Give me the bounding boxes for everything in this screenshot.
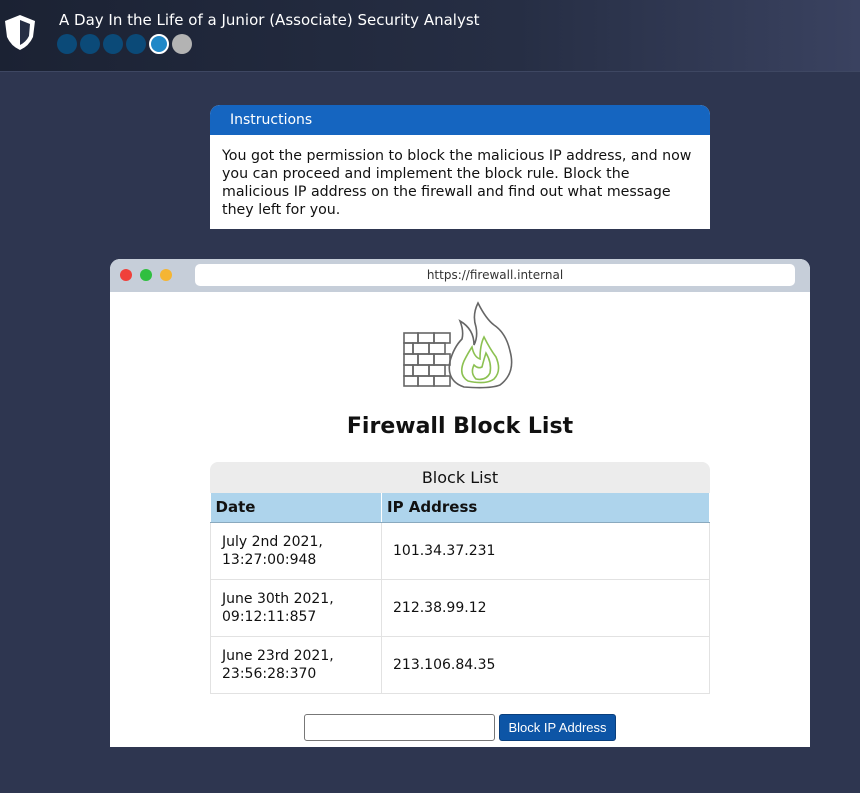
- table-row: June 23rd 2021, 23:56:28:370 213.106.84.…: [210, 636, 710, 694]
- table-header-row: Date IP Address: [210, 493, 710, 523]
- block-list-card: Block List Date IP Address July 2nd 2021…: [210, 462, 710, 694]
- firewall-icon: [403, 301, 513, 389]
- address-bar[interactable]: https://firewall.internal: [195, 264, 795, 286]
- row-ip: 212.38.99.12: [381, 579, 710, 637]
- progress-step-5-current: [149, 34, 169, 54]
- progress-step-3: [103, 34, 123, 54]
- ip-address-input[interactable]: [304, 714, 495, 741]
- instructions-heading: Instructions: [210, 105, 710, 135]
- block-ip-button[interactable]: Block IP Address: [499, 714, 616, 741]
- row-ip: 213.106.84.35: [381, 636, 710, 694]
- instructions-body: You got the permission to block the mali…: [222, 148, 692, 218]
- progress-step-6: [172, 34, 192, 54]
- column-header-date: Date: [210, 493, 382, 523]
- progress-step-4: [126, 34, 146, 54]
- instructions-panel: Instructions You got the permission to b…: [210, 105, 710, 229]
- table-row: June 30th 2021, 09:12:11:857 212.38.99.1…: [210, 579, 710, 637]
- row-ip: 101.34.37.231: [381, 522, 710, 580]
- maximize-window-icon: [140, 269, 152, 281]
- progress-indicator: [57, 34, 192, 54]
- block-list-title: Block List: [210, 462, 710, 493]
- shield-logo-icon: [5, 15, 35, 50]
- progress-step-1: [57, 34, 77, 54]
- top-bar: A Day In the Life of a Junior (Associate…: [0, 0, 860, 72]
- minimize-window-icon: [160, 269, 172, 281]
- close-window-icon: [120, 269, 132, 281]
- progress-step-2: [80, 34, 100, 54]
- course-title: A Day In the Life of a Junior (Associate…: [59, 11, 480, 29]
- table-row: July 2nd 2021, 13:27:00:948 101.34.37.23…: [210, 522, 710, 580]
- page-title: Firewall Block List: [346, 414, 574, 439]
- block-list-table: Date IP Address July 2nd 2021, 13:27:00:…: [210, 493, 710, 694]
- browser-toolbar: https://firewall.internal: [110, 259, 810, 292]
- row-date: June 23rd 2021, 23:56:28:370: [210, 636, 382, 694]
- column-header-ip: IP Address: [381, 493, 710, 523]
- row-date: July 2nd 2021, 13:27:00:948: [210, 522, 382, 580]
- row-date: June 30th 2021, 09:12:11:857: [210, 579, 382, 637]
- browser-window: https://firewall.internal Firewall Block…: [110, 259, 810, 747]
